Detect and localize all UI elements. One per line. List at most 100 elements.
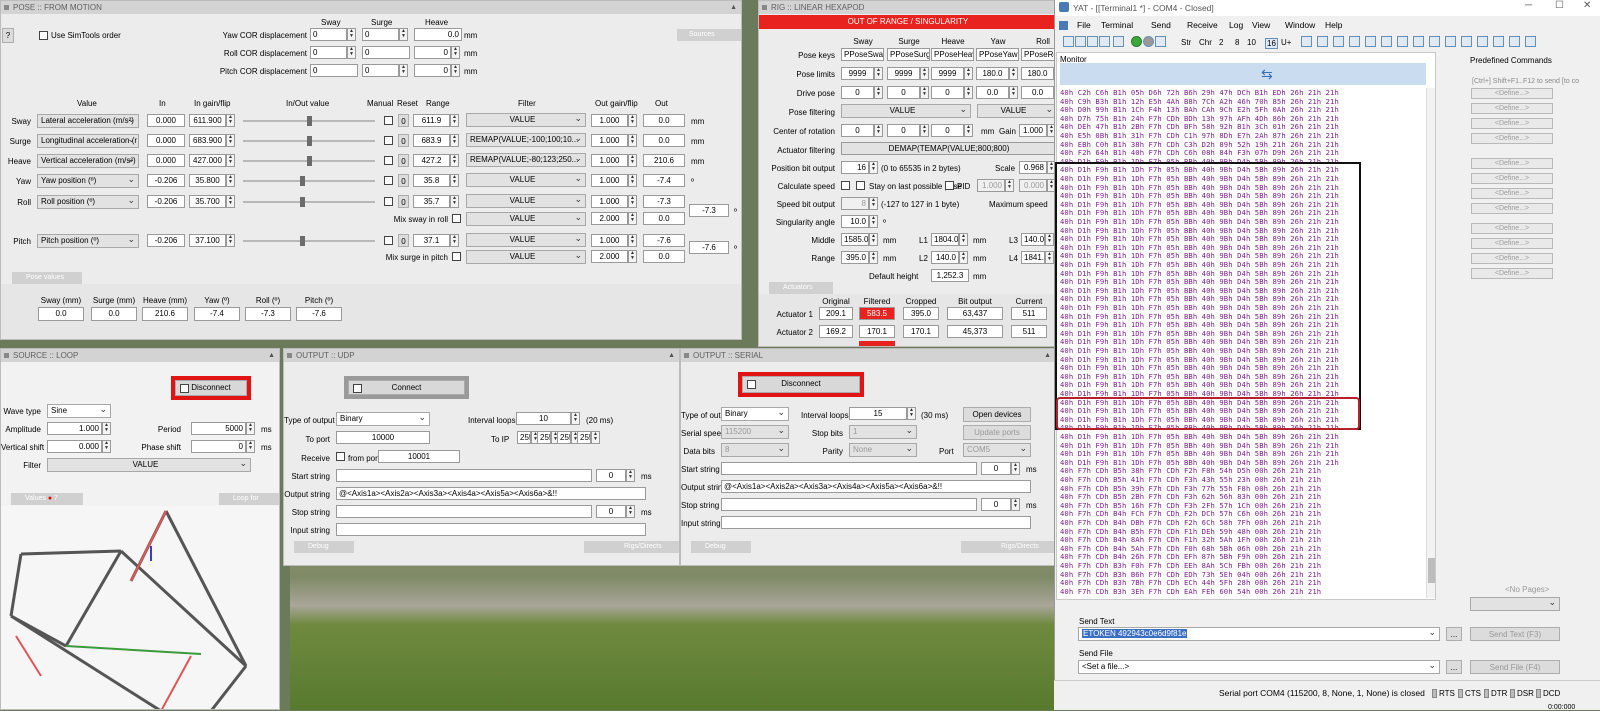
- send-file-more-button[interactable]: ...: [1446, 660, 1462, 674]
- pitch-reset-button[interactable]: 0: [398, 234, 409, 247]
- vshift-field[interactable]: 0.000: [47, 440, 102, 453]
- pitch-in-gain[interactable]: 37.100: [189, 234, 226, 247]
- close-icon[interactable]: ✕: [1583, 0, 1591, 11]
- cor-field[interactable]: 0: [841, 124, 874, 137]
- axis-value-select[interactable]: Lateral acceleration (m/s²): [37, 114, 139, 128]
- axis-manual-checkbox[interactable]: [384, 136, 393, 145]
- ascii-view-icon[interactable]: [1317, 36, 1328, 47]
- define-button[interactable]: <Define...>: [1471, 238, 1553, 249]
- collapse-icon[interactable]: ▲: [268, 349, 275, 362]
- calculate-speed-checkbox[interactable]: [841, 181, 850, 190]
- udp-ip-octet[interactable]: 255: [557, 431, 571, 444]
- axis-slider-thumb[interactable]: [300, 197, 305, 207]
- define-button[interactable]: <Define...>: [1471, 173, 1553, 184]
- check-icon[interactable]: [1445, 36, 1456, 47]
- middle-field[interactable]: 1585.0: [841, 233, 869, 246]
- define-button[interactable]: <Define...>: [1471, 88, 1553, 99]
- spinner[interactable]: ▲▼: [628, 212, 637, 225]
- axis-range[interactable]: 35.7: [413, 195, 450, 208]
- position-bit-field[interactable]: 16: [841, 161, 869, 174]
- swap-direction-icon[interactable]: ⇆: [1261, 66, 1273, 83]
- settings2-icon[interactable]: [1477, 36, 1488, 47]
- menu-window[interactable]: Window: [1285, 20, 1315, 30]
- radix-str[interactable]: Str: [1181, 38, 1191, 47]
- udp-output-field[interactable]: @<Axis1a><Axis2a><Axis3a><Axis4a><Axis5a…: [336, 487, 646, 500]
- pitch-value-select[interactable]: Pitch position (º): [37, 234, 139, 248]
- axis-slider-thumb[interactable]: [307, 136, 312, 146]
- spinner[interactable]: ▲▼: [226, 195, 235, 208]
- spinner[interactable]: ▲▼: [591, 431, 600, 444]
- spinner[interactable]: ▲▼: [246, 422, 255, 435]
- udp-ip-octet[interactable]: 255: [537, 431, 551, 444]
- gain-field[interactable]: 1.000: [1019, 124, 1047, 137]
- pose-limit-field[interactable]: 9999: [841, 67, 874, 80]
- pose-key-field[interactable]: PPoseRoll: [1021, 48, 1055, 61]
- spinner[interactable]: ▲▼: [226, 234, 235, 247]
- find-icon[interactable]: [1413, 36, 1424, 47]
- pid-field[interactable]: 1.000: [977, 179, 1005, 192]
- spinner[interactable]: ▲▼: [226, 114, 235, 127]
- mix-surge-checkbox[interactable]: [452, 252, 461, 261]
- spinner[interactable]: ▲▼: [874, 86, 883, 99]
- pitch-filter[interactable]: VALUE: [466, 233, 586, 247]
- serial-input-field[interactable]: [721, 516, 1031, 529]
- udp-interval-field[interactable]: 10: [516, 412, 571, 425]
- copy-icon[interactable]: [1381, 36, 1392, 47]
- spinner[interactable]: ▲▼: [1011, 498, 1020, 511]
- drive-pose-field[interactable]: 0: [931, 86, 964, 99]
- udp-rigs-tab[interactable]: Rigs/Directs: [584, 541, 679, 553]
- spinner[interactable]: ▲▼: [964, 67, 973, 80]
- udp-ip-octet[interactable]: 255: [577, 431, 591, 444]
- send-text-button[interactable]: Send Text (F3): [1470, 627, 1560, 641]
- send-file-input[interactable]: <Set a file...>: [1078, 660, 1440, 674]
- spinner[interactable]: ▲▼: [571, 412, 580, 425]
- mix-sway-filter[interactable]: VALUE: [466, 212, 586, 226]
- spinner[interactable]: ▲▼: [869, 215, 878, 228]
- pose-filtering-select[interactable]: VALUE: [977, 104, 1055, 118]
- l4-field[interactable]: 1841.0: [1021, 251, 1045, 264]
- maximize-icon[interactable]: ☐: [1555, 0, 1564, 11]
- define-button[interactable]: <Define...>: [1471, 118, 1553, 129]
- menu-send[interactable]: Send: [1151, 20, 1171, 30]
- port-settings-icon[interactable]: [1155, 36, 1166, 47]
- axis-reset-button[interactable]: 0: [398, 195, 409, 208]
- pose-filtering-select[interactable]: VALUE: [841, 104, 971, 118]
- actuators-tab[interactable]: Actuators: [769, 282, 833, 294]
- connect-inner[interactable]: Connect: [348, 380, 465, 395]
- axis-value-select[interactable]: Yaw position (º): [37, 174, 139, 188]
- define-button[interactable]: <Define...>: [1471, 223, 1553, 234]
- monitor-scrollbar[interactable]: [1426, 88, 1435, 598]
- spinner[interactable]: ▲▼: [920, 124, 929, 137]
- use-simtools-checkbox[interactable]: [39, 31, 48, 40]
- spinner[interactable]: ▲▼: [628, 195, 637, 208]
- axis-in-gain[interactable]: 611.900: [189, 114, 226, 127]
- minimize-icon[interactable]: ─: [1525, 0, 1532, 11]
- spinner[interactable]: ▲▼: [1009, 67, 1018, 80]
- axis-range[interactable]: 427.2: [413, 154, 450, 167]
- new-icon[interactable]: [1063, 36, 1074, 47]
- axis-reset-button[interactable]: 0: [398, 154, 409, 167]
- pitch-slider[interactable]: [243, 240, 375, 242]
- spinner[interactable]: ▲▼: [869, 161, 878, 174]
- spinner[interactable]: ▲▼: [1045, 233, 1054, 246]
- spinner[interactable]: ▲▼: [869, 197, 878, 210]
- pose-limit-field[interactable]: 180.0: [976, 67, 1009, 80]
- pose-limit-field[interactable]: 180.0: [1021, 67, 1054, 80]
- spinner[interactable]: ▲▼: [869, 251, 878, 264]
- axis-out-gain[interactable]: 1.000: [591, 154, 628, 167]
- serial-speed-select[interactable]: 115200: [721, 425, 789, 439]
- cor-field[interactable]: 0: [887, 124, 920, 137]
- define-button[interactable]: <Define...>: [1471, 253, 1553, 264]
- spinner[interactable]: ▲▼: [102, 422, 111, 435]
- spinner[interactable]: ▲▼: [628, 114, 637, 127]
- period-field[interactable]: 5000: [191, 422, 246, 435]
- save-as-icon[interactable]: [1099, 36, 1110, 47]
- define-button[interactable]: <Define...>: [1471, 268, 1553, 279]
- drive-pose-field[interactable]: 0: [841, 86, 874, 99]
- spinner[interactable]: ▲▼: [920, 86, 929, 99]
- send-text-input[interactable]: ETOKEN 492943c0e6d9f81e: [1078, 627, 1440, 641]
- spinner[interactable]: ▲▼: [907, 407, 916, 420]
- range-field[interactable]: 395.0: [841, 251, 869, 264]
- spinner[interactable]: ▲▼: [102, 440, 111, 453]
- pid-checkbox[interactable]: [945, 181, 954, 190]
